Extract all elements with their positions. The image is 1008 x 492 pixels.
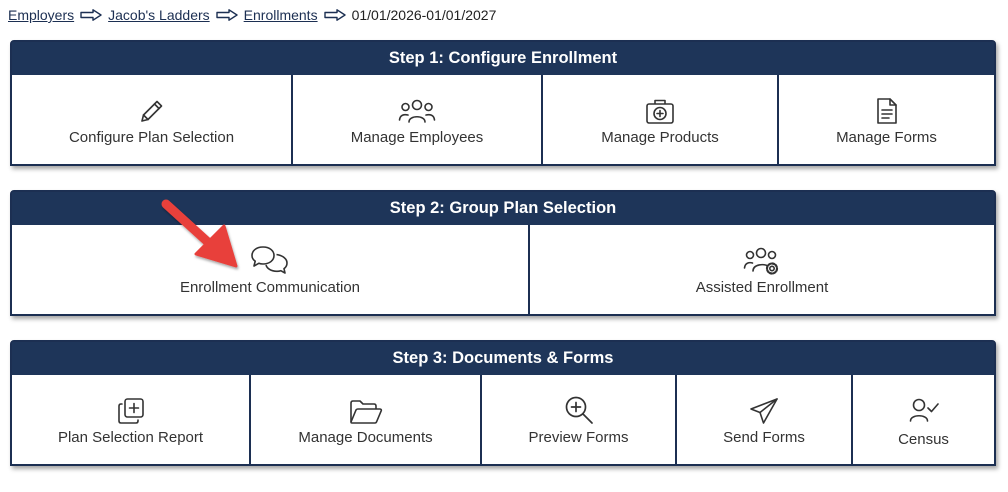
tile-label: Send Forms bbox=[723, 429, 805, 446]
plan-selection-report-tile[interactable]: Plan Selection Report bbox=[12, 375, 251, 464]
enrollment-communication-tile[interactable]: Enrollment Communication bbox=[12, 225, 530, 314]
manage-products-tile[interactable]: Manage Products bbox=[543, 75, 779, 164]
breadcrumb-link-enrollments[interactable]: Enrollments bbox=[244, 7, 318, 23]
arrow-right-icon bbox=[80, 9, 102, 21]
breadcrumb-current: 01/01/2026-01/01/2027 bbox=[351, 7, 497, 23]
manage-forms-tile[interactable]: Manage Forms bbox=[779, 75, 994, 164]
step3-tiles: Plan Selection Report Manage Documents P… bbox=[12, 375, 994, 464]
chat-bubbles-icon bbox=[251, 243, 289, 275]
medical-kit-icon bbox=[645, 93, 675, 125]
zoom-in-icon bbox=[564, 393, 594, 425]
users-gear-icon bbox=[743, 243, 781, 275]
breadcrumb: Employers Jacob's Ladders Enrollments 01… bbox=[8, 7, 496, 23]
step1-tiles: Configure Plan Selection Manage Employee… bbox=[12, 75, 994, 164]
arrow-right-icon bbox=[323, 9, 346, 21]
step3-title: Step 3: Documents & Forms bbox=[12, 342, 994, 375]
tile-label: Configure Plan Selection bbox=[68, 129, 235, 146]
breadcrumb-link-employers[interactable]: Employers bbox=[8, 7, 74, 23]
tile-label: Enrollment Communication bbox=[179, 279, 361, 296]
tile-label: Manage Documents bbox=[298, 429, 433, 446]
step2-tiles: Enrollment Communication Assisted Enroll… bbox=[12, 225, 994, 314]
step2-title: Step 2: Group Plan Selection bbox=[12, 192, 994, 225]
pencil-icon bbox=[138, 93, 166, 125]
send-forms-tile[interactable]: Send Forms bbox=[677, 375, 853, 464]
tile-label: Manage Products bbox=[601, 129, 719, 146]
tile-label: Manage Employees bbox=[350, 129, 484, 146]
manage-documents-tile[interactable]: Manage Documents bbox=[251, 375, 482, 464]
manage-employees-tile[interactable]: Manage Employees bbox=[293, 75, 543, 164]
paper-plane-icon bbox=[749, 393, 779, 425]
document-icon bbox=[875, 93, 899, 125]
step1-panel: Step 1: Configure Enrollment Configure P… bbox=[10, 40, 996, 166]
tile-label: Assisted Enrollment bbox=[695, 279, 829, 296]
tile-label: Plan Selection Report bbox=[57, 429, 204, 446]
tile-label: Manage Forms bbox=[836, 129, 937, 146]
step3-panel: Step 3: Documents & Forms Plan Selection… bbox=[10, 340, 996, 466]
census-tile[interactable]: Census bbox=[853, 375, 994, 464]
assisted-enrollment-tile[interactable]: Assisted Enrollment bbox=[530, 225, 994, 314]
folder-open-icon bbox=[349, 393, 383, 425]
preview-forms-tile[interactable]: Preview Forms bbox=[482, 375, 677, 464]
tile-label: Preview Forms bbox=[528, 429, 629, 446]
tile-label: Census bbox=[898, 431, 949, 448]
configure-plan-selection-tile[interactable]: Configure Plan Selection bbox=[12, 75, 293, 164]
step1-title: Step 1: Configure Enrollment bbox=[12, 42, 994, 75]
step2-panel: Step 2: Group Plan Selection Enrollment … bbox=[10, 190, 996, 316]
copy-plus-icon bbox=[117, 393, 145, 425]
user-check-icon bbox=[909, 391, 939, 423]
breadcrumb-link-employer[interactable]: Jacob's Ladders bbox=[108, 7, 210, 23]
arrow-right-icon bbox=[215, 9, 238, 21]
users-icon bbox=[398, 93, 436, 125]
